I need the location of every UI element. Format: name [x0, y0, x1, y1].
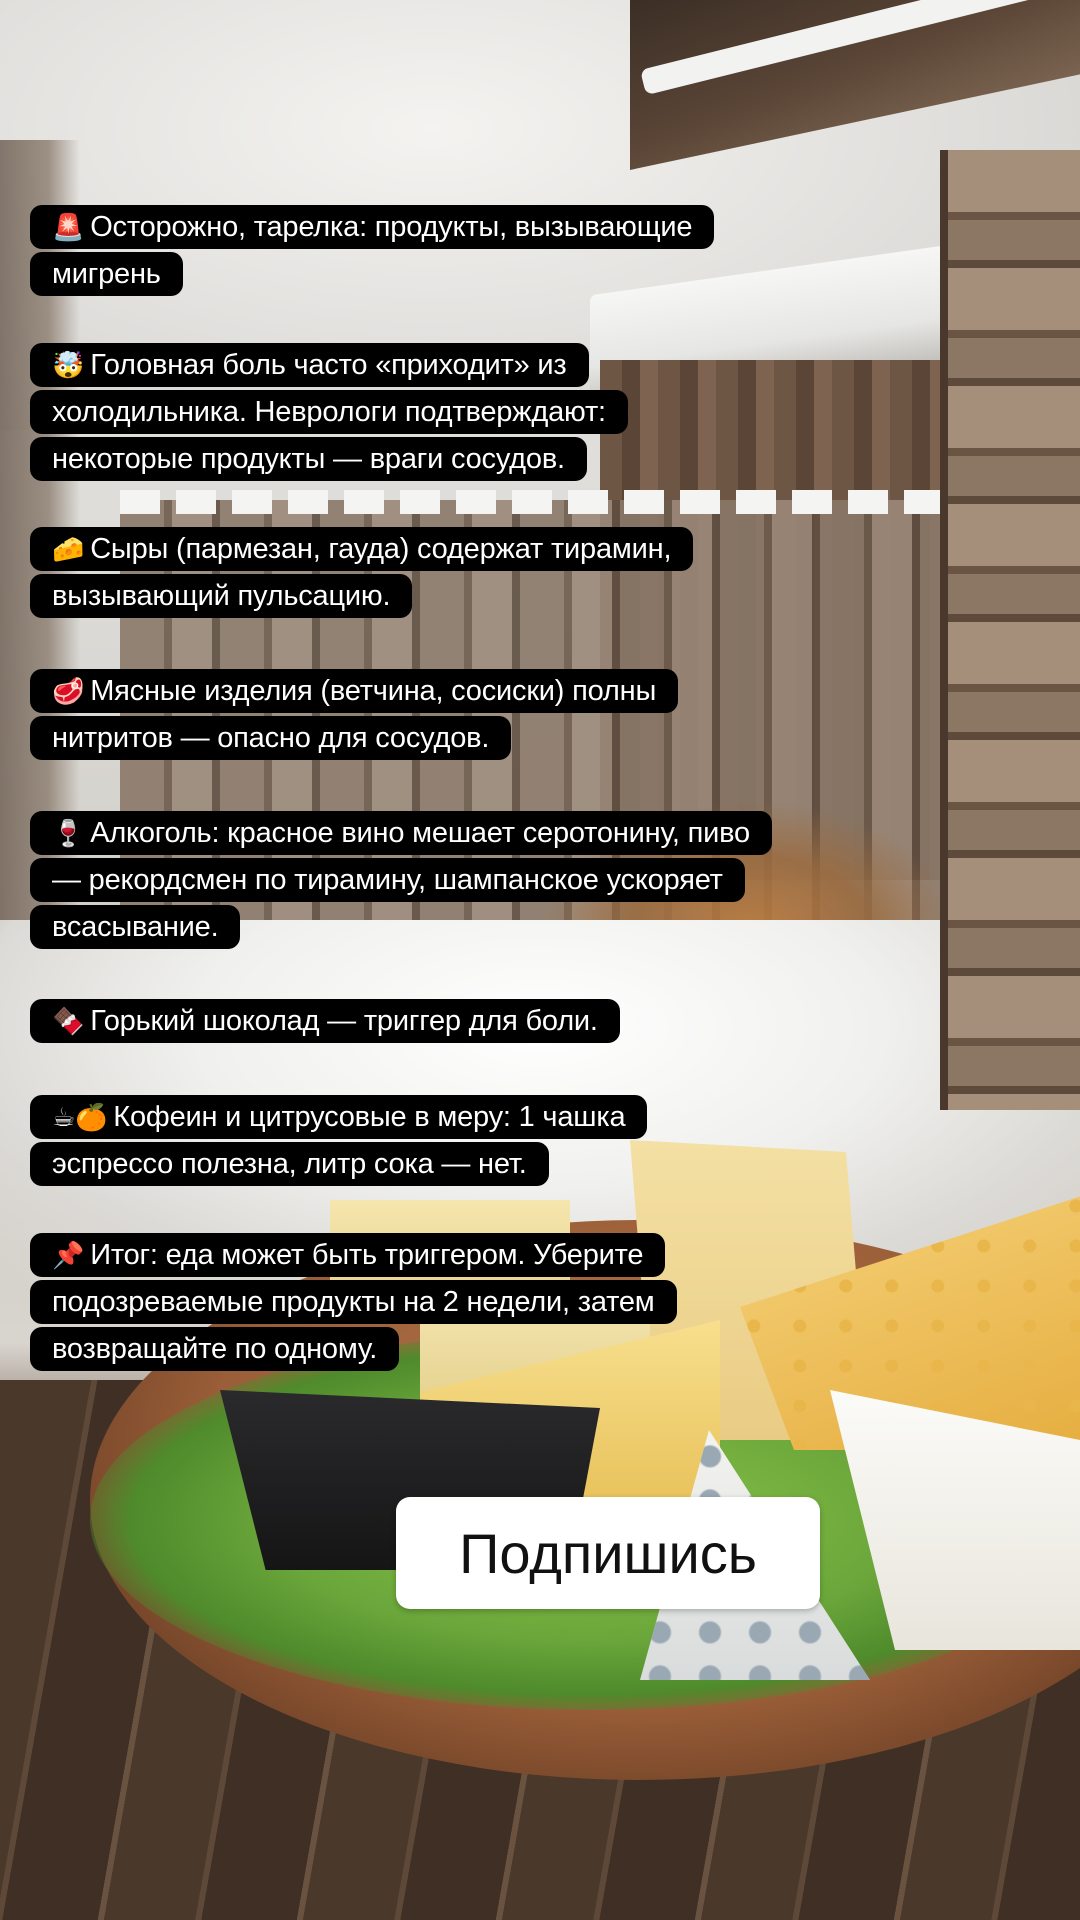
pushpin-icon: 📌	[52, 1241, 85, 1271]
meat-icon: 🥩	[52, 677, 85, 707]
subscribe-button[interactable]: Подпишись	[396, 1497, 820, 1609]
chocolate-icon: 🍫	[52, 1007, 85, 1037]
caption-text: Сыры (пармезан, гауда) содержат тирамин,…	[52, 533, 672, 612]
caption-meat: 🥩 Мясные изделия (ветчина, сосиски) полны…	[30, 668, 730, 762]
caption-headache: 🤯 Головная боль часто «приходит» из холод…	[30, 342, 670, 483]
caption-caffeine: ☕🍊 Кофеин и цитрусовые в меру: 1 чашка эс…	[30, 1094, 700, 1188]
caption-alcohol: 🍷 Алкоголь: красное вино мешает серотонин…	[30, 810, 772, 951]
caption-cheese: 🧀 Сыры (пармезан, гауда) содержат тирамин…	[30, 526, 740, 620]
wine-glass-icon: 🍷	[52, 819, 85, 849]
caption-text: Головная боль часто «приходит» из холоди…	[52, 349, 606, 475]
caption-text: Итог: еда может быть триггером. Уберите …	[52, 1239, 655, 1365]
exploding-head-icon: 🤯	[52, 351, 85, 381]
coffee-orange-icon: ☕🍊	[52, 1103, 108, 1133]
caption-text: Осторожно, тарелка: продукты, вызывающие…	[52, 211, 693, 290]
caption-text: Мясные изделия (ветчина, сосиски) полны …	[52, 675, 657, 754]
caption-overlay: 🚨 Осторожно, тарелка: продукты, вызывающи…	[0, 0, 1080, 1920]
caption-text: Алкоголь: красное вино мешает серотонину…	[52, 817, 750, 943]
caption-chocolate: 🍫 Горький шоколад — триггер для боли.	[30, 998, 670, 1045]
caption-summary: 📌 Итог: еда может быть триггером. Уберите…	[30, 1232, 730, 1373]
caption-text: Горький шоколад — триггер для боли.	[90, 1005, 598, 1037]
caption-text: Кофеин и цитрусовые в меру: 1 чашка эспр…	[52, 1101, 626, 1180]
caption-warning: 🚨 Осторожно, тарелка: продукты, вызывающи…	[30, 204, 770, 298]
rotating-light-icon: 🚨	[52, 213, 85, 243]
cheese-icon: 🧀	[52, 535, 85, 565]
